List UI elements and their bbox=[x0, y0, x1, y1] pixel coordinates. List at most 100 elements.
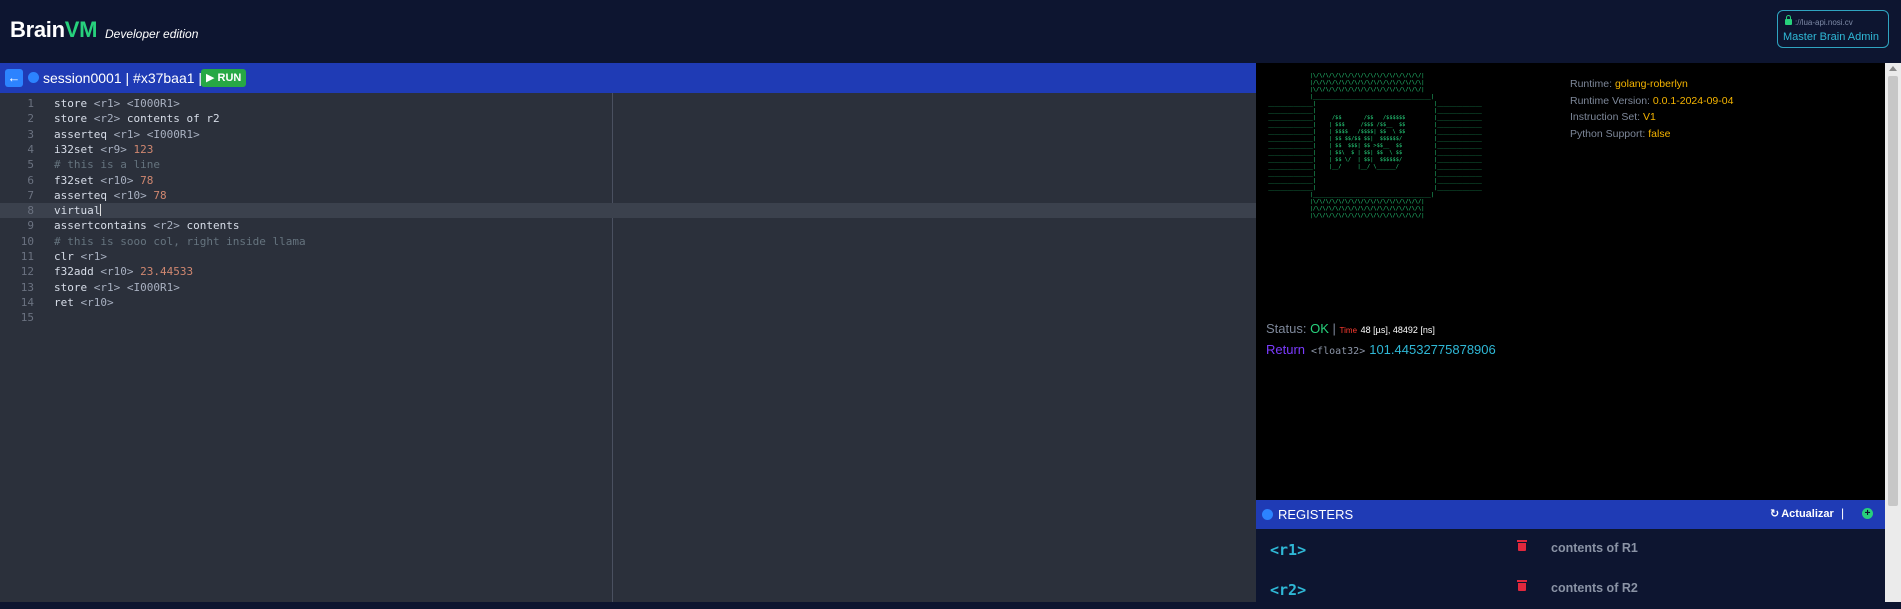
code-token: clr bbox=[54, 250, 81, 263]
line-number: 9 bbox=[27, 219, 34, 233]
runtime-row: Runtime: golang-roberlyn bbox=[1570, 76, 1733, 93]
instruction-set-label: Instruction Set: bbox=[1570, 111, 1641, 123]
instruction-set-row: Instruction Set: V1 bbox=[1570, 109, 1733, 126]
code-token: <r10> bbox=[113, 188, 154, 202]
instruction-set-value: V1 bbox=[1642, 111, 1656, 123]
refresh-button[interactable]: ↻ Actualizar bbox=[1770, 507, 1834, 520]
code-text: # this is a line bbox=[54, 157, 160, 172]
output-console: |\/\/\/\/\/\/\/\/\/\/\/\/\/\/\/\/\/| |/\… bbox=[1256, 63, 1885, 500]
lock-icon bbox=[1785, 15, 1792, 25]
line-number: 6 bbox=[27, 173, 34, 187]
code-line[interactable]: 9 assertcontains <r2> contents bbox=[0, 218, 1256, 233]
code-token: 123 bbox=[133, 142, 154, 156]
editor-toolbar: ← session0001 | #x37baa1 | ▶ RUN bbox=[0, 63, 1256, 93]
code-text: f32add <r10> 23.44533 bbox=[54, 264, 193, 279]
line-number: 13 bbox=[20, 280, 34, 294]
run-button[interactable]: ▶ RUN bbox=[201, 69, 247, 87]
status-value: OK bbox=[1310, 321, 1329, 336]
scroll-up-icon[interactable] bbox=[1889, 66, 1897, 71]
code-text: store <r1> <I000R1> bbox=[54, 280, 180, 295]
runtime-value: golang-roberlyn bbox=[1614, 78, 1688, 90]
status-line: Status: OK | Time 48 [µs], 48492 [ns] bbox=[1266, 321, 1435, 336]
code-token: asserteq bbox=[54, 127, 114, 141]
code-token: f32add bbox=[54, 265, 101, 279]
code-token: <r1> <I000R1> bbox=[113, 127, 200, 141]
code-token: 78 bbox=[153, 188, 167, 202]
line-number: 11 bbox=[20, 250, 34, 263]
status-label: Status: bbox=[1266, 321, 1307, 336]
edition-label: Developer edition bbox=[105, 27, 199, 41]
refresh-label: Actualizar bbox=[1781, 508, 1834, 520]
code-text: store <r1> <I000R1> bbox=[54, 96, 180, 111]
runtime-label: Runtime: bbox=[1570, 78, 1613, 90]
session-status-icon bbox=[28, 72, 39, 83]
code-token: asserteq bbox=[54, 188, 114, 202]
code-line[interactable]: 14 ret <r10> bbox=[0, 295, 1256, 310]
return-label: Return bbox=[1266, 342, 1306, 357]
code-text: assertcontains <r2> contents bbox=[54, 218, 239, 233]
return-type: <float32> bbox=[1311, 346, 1366, 357]
code-token: store bbox=[54, 280, 94, 294]
line-number: 14 bbox=[20, 295, 34, 309]
runtime-info: Runtime: golang-roberlyn Runtime Version… bbox=[1570, 76, 1733, 142]
code-token: f32set bbox=[54, 173, 101, 187]
code-line[interactable]: 8 virtual bbox=[0, 203, 1256, 219]
registers-header: REGISTERS ↻ Actualizar | + bbox=[1256, 500, 1885, 529]
code-text: asserteq <r10> 78 bbox=[54, 188, 167, 203]
code-editor[interactable]: 1 store <r1> <I000R1> 2 store <r2> contents… bbox=[0, 93, 1256, 602]
line-number: 10 bbox=[20, 234, 34, 248]
code-token: <r10> bbox=[100, 265, 141, 279]
ascii-chip-art: |\/\/\/\/\/\/\/\/\/\/\/\/\/\/\/\/\/| |/\… bbox=[1268, 73, 1482, 219]
code-line[interactable]: 3 asserteq <r1> <I000R1> bbox=[0, 127, 1256, 142]
register-row: <r2> contents of R2 bbox=[1256, 569, 1885, 609]
code-line[interactable]: 11 clr <r1> bbox=[0, 249, 1256, 264]
trash-icon[interactable] bbox=[1517, 540, 1527, 551]
code-token: <r2> bbox=[93, 112, 121, 126]
code-token: ret bbox=[54, 295, 81, 309]
line-number: 2 bbox=[27, 112, 34, 126]
admin-name: Master Brain Admin bbox=[1783, 31, 1879, 43]
scrollbar-thumb[interactable] bbox=[1888, 76, 1898, 506]
version-value: 0.0.1-2024-09-04 bbox=[1652, 94, 1734, 107]
register-name: <r2> bbox=[1270, 581, 1307, 599]
code-token: contents bbox=[179, 219, 240, 233]
code-token: # this is sooo col, right inside llama bbox=[54, 234, 306, 248]
admin-account-box[interactable]: ://lua-api.nosi.cv Master Brain Admin bbox=[1777, 10, 1889, 48]
python-support-row: Python Support: false bbox=[1570, 126, 1733, 143]
code-line[interactable]: 4 i32set <r9> 123 bbox=[0, 142, 1256, 157]
add-register-icon[interactable]: + bbox=[1862, 508, 1873, 519]
code-line[interactable]: 5 # this is a line bbox=[0, 157, 1256, 172]
code-token: 23.44533 bbox=[140, 265, 194, 279]
register-value: contents of R2 bbox=[1551, 581, 1638, 595]
back-button[interactable]: ← bbox=[5, 69, 23, 87]
code-line[interactable]: 1 store <r1> <I000R1> bbox=[0, 96, 1256, 111]
code-text: asserteq <r1> <I000R1> bbox=[54, 127, 200, 142]
code-text: f32set <r10> 78 bbox=[54, 173, 153, 188]
code-token: <r10> bbox=[80, 295, 114, 309]
code-line[interactable]: 7 asserteq <r10> 78 bbox=[0, 188, 1256, 203]
trash-icon[interactable] bbox=[1517, 580, 1527, 591]
page-scrollbar[interactable] bbox=[1885, 63, 1901, 602]
line-number: 1 bbox=[27, 97, 34, 110]
code-line[interactable]: 6 f32set <r10> 78 bbox=[0, 173, 1256, 188]
code-token: <r1> bbox=[80, 250, 108, 263]
code-line[interactable]: 2 store <r2> contents of r2 bbox=[0, 111, 1256, 126]
code-line[interactable]: 12 f32add <r10> 23.44533 bbox=[0, 264, 1256, 279]
line-number: 7 bbox=[27, 188, 34, 202]
code-line[interactable]: 15 bbox=[0, 310, 1256, 325]
code-text: i32set <r9> 123 bbox=[54, 142, 153, 157]
time-label: Time bbox=[1339, 326, 1358, 335]
code-line[interactable]: 13 store <r1> <I000R1> bbox=[0, 280, 1256, 295]
code-token: contents of r2 bbox=[120, 112, 220, 126]
brand-name: Brain bbox=[10, 17, 65, 42]
brand-logo[interactable]: BrainVM bbox=[10, 17, 97, 43]
line-number: 4 bbox=[27, 142, 34, 156]
code-token: virtual bbox=[54, 204, 101, 218]
code-token: <r1> <I000R1> bbox=[93, 280, 180, 294]
admin-host-text: ://lua-api.nosi.cv bbox=[1795, 18, 1853, 27]
code-text: clr <r1> bbox=[54, 249, 107, 264]
return-value: 101.44532775878906 bbox=[1369, 342, 1496, 357]
code-line[interactable]: 10 # this is sooo col, right inside llama bbox=[0, 234, 1256, 249]
refresh-icon: ↻ bbox=[1770, 508, 1780, 520]
top-header: BrainVM Developer edition ://lua-api.nos… bbox=[0, 0, 1901, 63]
